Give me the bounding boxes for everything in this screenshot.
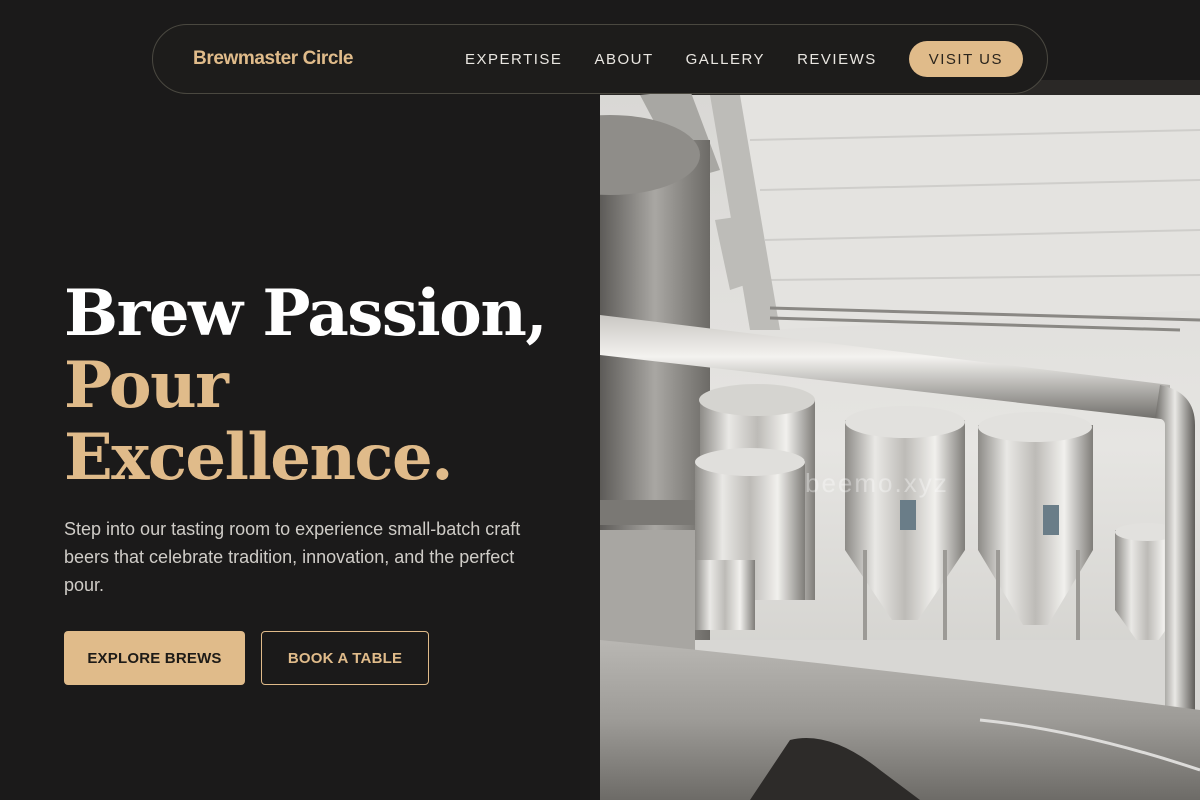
explore-brews-button[interactable]: EXPLORE BREWS — [64, 631, 245, 685]
nav-links: EXPERTISE ABOUT GALLERY REVIEWS VISIT US — [465, 41, 1023, 77]
hero-title-line-1: Brew Passion, — [64, 276, 548, 351]
hero-title-line-2: Pour — [64, 348, 229, 423]
nav-link-expertise[interactable]: EXPERTISE — [465, 51, 562, 68]
nav-link-about[interactable]: ABOUT — [594, 51, 653, 68]
book-table-button[interactable]: BOOK A TABLE — [261, 631, 429, 685]
visit-us-button[interactable]: VISIT US — [908, 41, 1023, 77]
nav-link-reviews[interactable]: REVIEWS — [797, 51, 877, 68]
hero-title: Brew Passion, Pour Excellence. — [64, 276, 548, 495]
hero-brewery-image: beemo.xyz — [600, 80, 1200, 800]
top-navbar: Brewmaster Circle EXPERTISE ABOUT GALLER… — [152, 24, 1048, 94]
brand-logo-text[interactable]: Brewmaster Circle — [193, 48, 353, 70]
image-watermark: beemo.xyz — [805, 468, 949, 498]
hero-description: Step into our tasting room to experience… — [64, 519, 521, 595]
hero-title-line-3: Excellence. — [64, 420, 453, 495]
nav-link-gallery[interactable]: GALLERY — [686, 51, 765, 68]
